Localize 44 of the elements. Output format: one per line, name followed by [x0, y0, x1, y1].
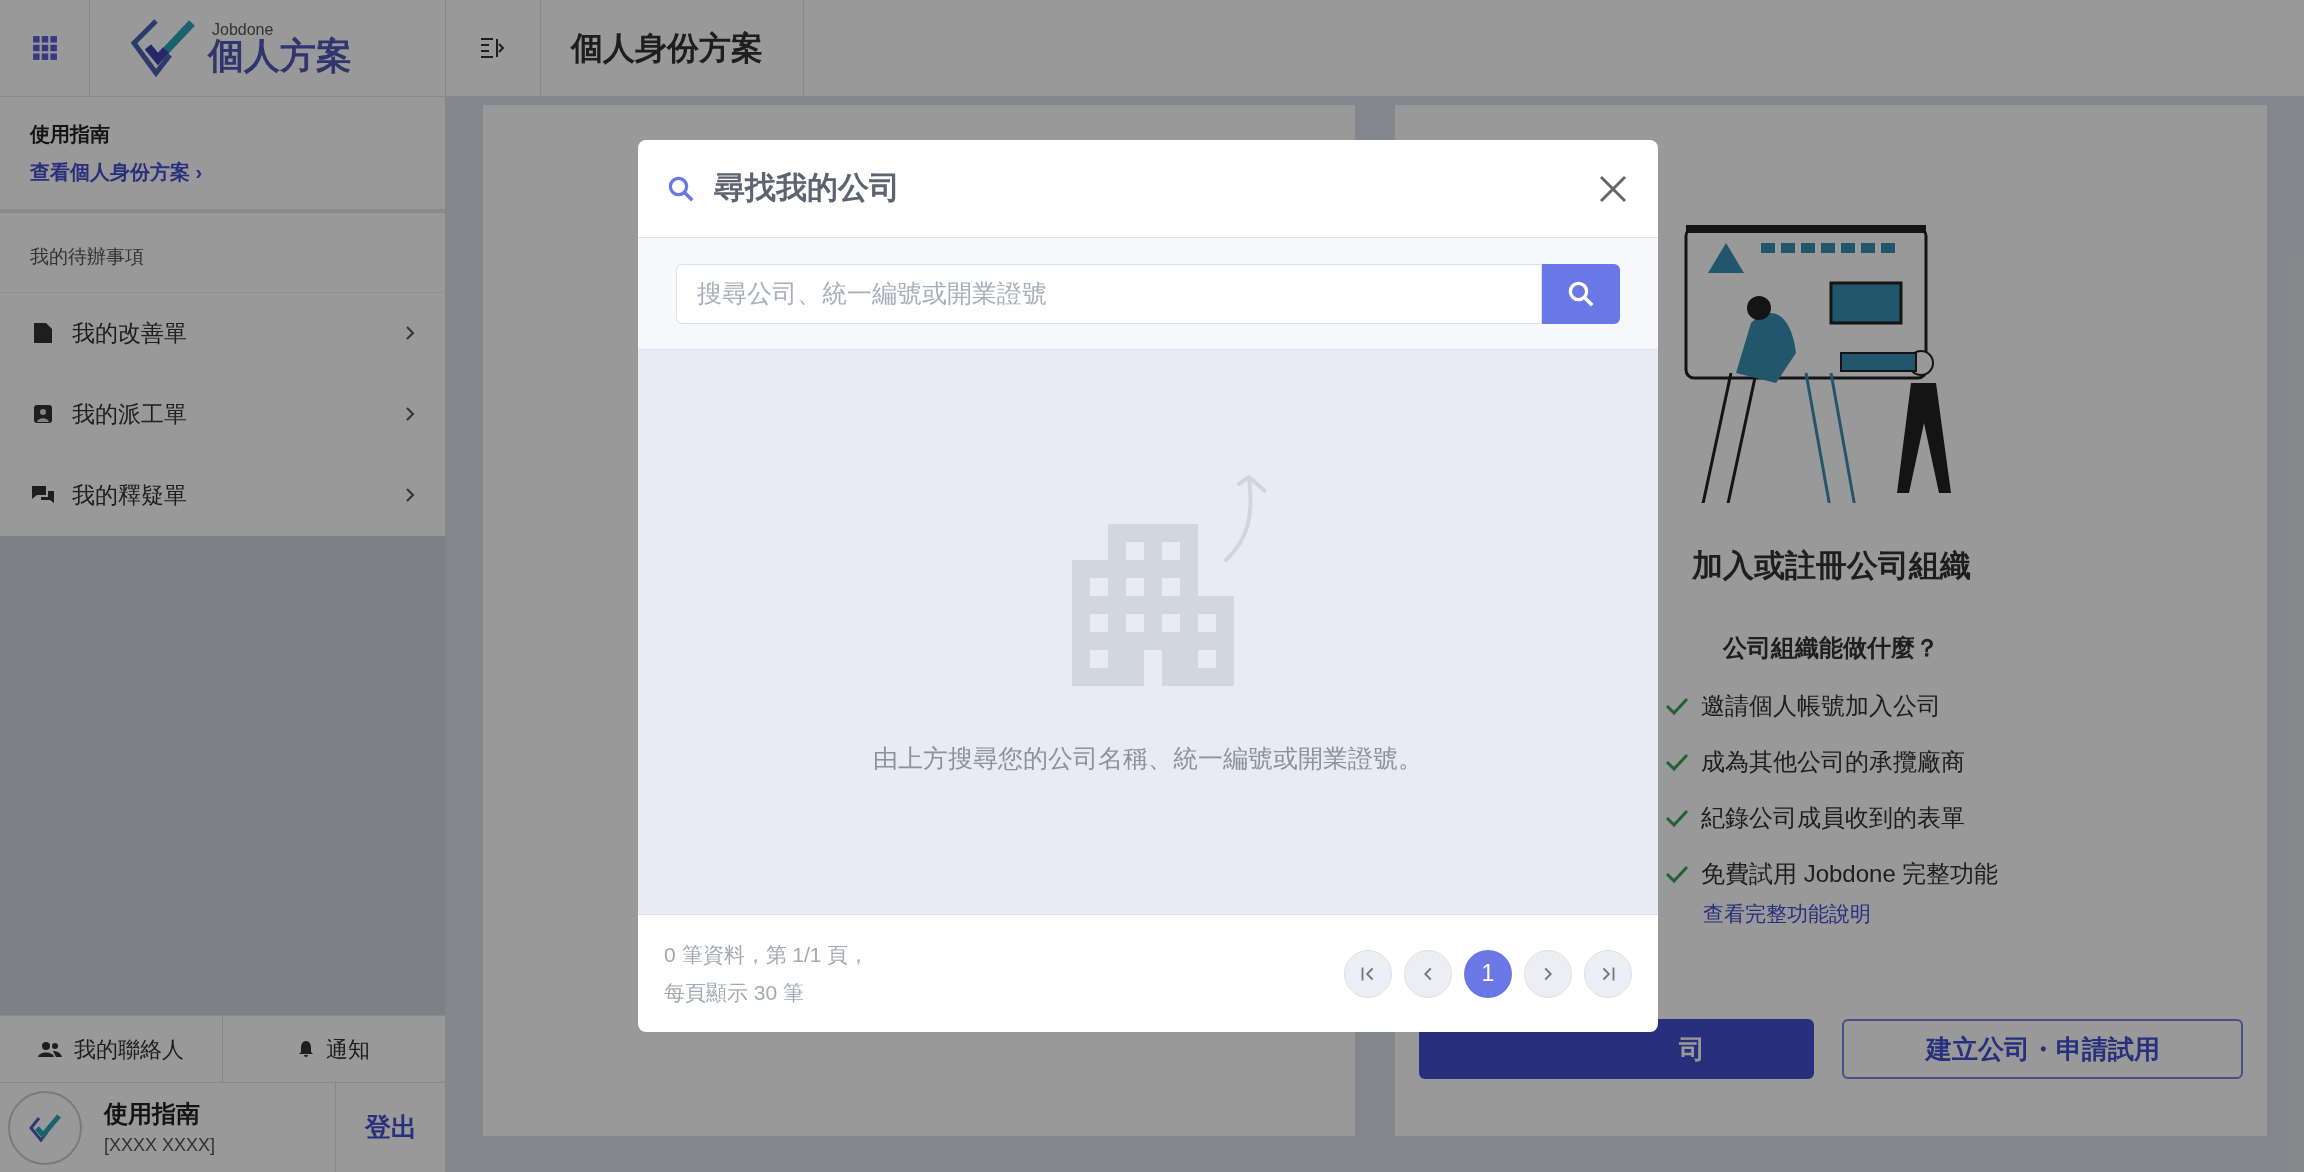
card-title: 加入或註冊公司組織 — [1691, 547, 1971, 585]
check-icon — [1665, 808, 1689, 827]
dialog-title: 尋找我的公司 — [714, 169, 901, 208]
document-icon — [33, 322, 53, 344]
chevron-right-icon — [405, 487, 415, 503]
feature-text: 邀請個人帳號加入公司 — [1701, 690, 1941, 721]
result-summary: 每頁顯示 30 筆 — [664, 979, 806, 1006]
last-page-button[interactable] — [1584, 949, 1632, 998]
footer-link[interactable]: 通知 — [223, 1016, 445, 1082]
chevron-right-icon — [405, 325, 415, 341]
user-id: [XXXX XXXX] — [104, 1134, 217, 1157]
logout-button[interactable]: 登出 — [335, 1083, 445, 1172]
guide-title: 使用指南 — [30, 122, 111, 147]
sidebar-item[interactable]: 我的改善單 — [0, 292, 445, 374]
search-field[interactable]: 搜尋公司、統一編號或開業證號 — [676, 263, 1542, 324]
feature-text: 免費試用 Jobdone 完整功能 — [1701, 858, 1999, 889]
page-button[interactable]: 1 — [1464, 949, 1512, 998]
chevron-right-icon — [405, 406, 415, 422]
page-title: 個人身份方案 — [541, 0, 804, 96]
sidebar-item[interactable]: 我的釋疑單 — [0, 454, 445, 536]
feature-text: 紀錄公司成員收到的表單 — [1701, 802, 1965, 833]
empty-message: 由上方搜尋您的公司名稱、統一編號或開業證號。 — [873, 743, 1423, 774]
people-icon — [38, 1041, 62, 1057]
search-button[interactable] — [1542, 263, 1620, 324]
person-card-icon — [33, 404, 53, 424]
result-summary: 0 筆資料，第 1/1 頁， — [664, 942, 871, 968]
card-subtitle: 公司組織能做什麼？ — [1723, 632, 1939, 663]
feature-text: 成為其他公司的承攬廠商 — [1701, 746, 1965, 777]
first-page-button[interactable] — [1344, 949, 1392, 998]
guide-link[interactable]: 查看個人身份方案 › — [30, 157, 415, 187]
user-name: 使用指南 — [104, 1099, 201, 1129]
sidebar-toggle-icon[interactable] — [480, 37, 506, 59]
check-icon — [1665, 696, 1689, 715]
create-company-button[interactable]: 建立公司・申請試用 — [1842, 1019, 2243, 1079]
feature-link[interactable]: 查看完整功能說明 — [1703, 897, 1871, 929]
check-icon — [1665, 752, 1689, 771]
sidebar-item[interactable]: 我的派工單 — [0, 373, 445, 455]
check-icon — [1665, 864, 1689, 883]
logo-caption: Jobdone — [211, 22, 275, 38]
chat-icon — [31, 485, 55, 505]
bell-icon — [298, 1040, 314, 1058]
apps-grid-icon[interactable] — [31, 35, 58, 61]
section-label: 我的待辦事項 — [0, 213, 445, 293]
logo-title: 個人方案 — [208, 38, 352, 74]
